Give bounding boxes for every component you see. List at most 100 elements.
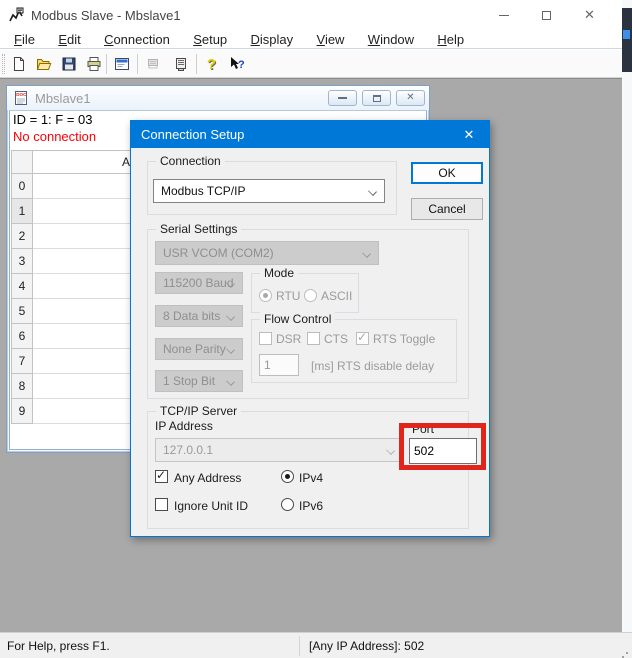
dsr-label: DSR <box>276 332 301 346</box>
grid-corner-cell[interactable] <box>11 150 33 174</box>
connection-status-text: No connection <box>13 129 96 144</box>
chevron-down-icon <box>226 312 235 321</box>
chevron-down-icon <box>368 187 377 196</box>
disconnect-button <box>141 53 164 75</box>
connect-button[interactable] <box>169 53 192 75</box>
row-header[interactable]: 7 <box>11 349 33 374</box>
help-button[interactable]: ? <box>200 53 223 75</box>
ignore-unit-id-label: Ignore Unit ID <box>174 499 248 513</box>
row-header[interactable]: 9 <box>11 399 33 424</box>
port-input[interactable] <box>409 438 477 464</box>
dialog-close-button[interactable]: ✕ <box>449 121 489 148</box>
print-button[interactable] <box>82 53 105 75</box>
device-icon <box>173 56 189 72</box>
minimize-icon <box>338 97 347 99</box>
rts-toggle-label: RTS Toggle <box>373 332 435 346</box>
menu-window[interactable]: Window <box>358 30 424 49</box>
open-folder-icon <box>36 56 52 72</box>
menu-connection[interactable]: Connection <box>94 30 180 49</box>
toolbar-grip <box>2 54 5 74</box>
menu-help[interactable]: Help <box>427 30 474 49</box>
child-close-button[interactable]: ✕ <box>396 90 425 106</box>
menu-file[interactable]: File <box>4 30 45 49</box>
svg-text:DOC: DOC <box>16 92 27 97</box>
connection-setup-dialog: Connection Setup ✕ Connection Modbus TCP… <box>130 120 490 537</box>
ip-address-combobox: 127.0.0.1 <box>155 438 403 462</box>
any-address-checkbox[interactable] <box>155 470 168 483</box>
stop-bits-value: 1 Stop Bit <box>163 374 215 388</box>
connection-type-value: Modbus TCP/IP <box>161 184 245 198</box>
row-header[interactable]: 6 <box>11 324 33 349</box>
ipv6-radio[interactable] <box>281 498 294 511</box>
row-header[interactable]: 8 <box>11 374 33 399</box>
connection-type-combobox[interactable]: Modbus TCP/IP <box>153 179 385 203</box>
parity-value: None Parity <box>163 342 226 356</box>
ok-button[interactable]: OK <box>411 162 483 184</box>
help-icon: ? <box>207 56 216 73</box>
toolbar-separator <box>196 54 197 74</box>
menu-view[interactable]: View <box>307 30 355 49</box>
printer-icon <box>86 56 102 72</box>
resize-grip[interactable] <box>626 652 628 654</box>
chevron-down-icon <box>226 377 235 386</box>
dialog-titlebar[interactable]: Connection Setup ✕ <box>131 121 489 148</box>
window-title: Modbus Slave - Mbslave1 <box>31 8 181 23</box>
baud-rate-combobox: 115200 Baud <box>155 272 243 294</box>
main-titlebar: Modbus Slave - Mbslave1 ✕ <box>0 0 632 30</box>
mode-group-label: Mode <box>260 266 298 280</box>
rtu-label: RTU <box>276 289 300 303</box>
rts-delay-input <box>259 354 299 376</box>
serial-settings-label: Serial Settings <box>156 222 241 236</box>
rtu-radio <box>259 289 272 302</box>
save-button[interactable] <box>57 53 80 75</box>
data-bits-value: 8 Data bits <box>163 309 220 323</box>
minimize-button[interactable] <box>482 0 525 30</box>
toolbar-separator <box>106 54 107 74</box>
row-header[interactable]: 2 <box>11 224 33 249</box>
minimize-icon <box>499 15 509 16</box>
child-minimize-button[interactable] <box>328 90 357 106</box>
display-setup-button[interactable] <box>110 53 133 75</box>
background-app-icon <box>623 30 630 39</box>
open-file-button[interactable] <box>32 53 55 75</box>
chevron-down-icon <box>386 446 395 455</box>
status-help-text: For Help, press F1. <box>7 639 110 653</box>
menu-display[interactable]: Display <box>241 30 304 49</box>
chevron-down-icon <box>226 345 235 354</box>
tcp-server-label: TCP/IP Server <box>156 404 241 418</box>
row-header[interactable]: 1 <box>11 199 33 224</box>
child-restore-button[interactable] <box>362 90 391 106</box>
any-address-label: Any Address <box>174 471 241 485</box>
status-bar: For Help, press F1. [Any IP Address]: 50… <box>0 632 632 658</box>
ignore-unit-id-checkbox[interactable] <box>155 498 168 511</box>
status-connection-text: [Any IP Address]: 502 <box>309 639 424 653</box>
ipv4-radio[interactable] <box>281 470 294 483</box>
maximize-icon <box>542 11 551 20</box>
cancel-button[interactable]: Cancel <box>411 198 483 220</box>
slave-id-function-text: ID = 1: F = 03 <box>13 112 93 127</box>
child-titlebar[interactable]: DOC Mbslave1 ✕ <box>7 86 429 110</box>
row-header[interactable]: 0 <box>11 174 33 199</box>
menu-edit[interactable]: Edit <box>48 30 90 49</box>
ipv6-label: IPv6 <box>299 499 323 513</box>
row-header[interactable]: 3 <box>11 249 33 274</box>
close-icon: ✕ <box>584 7 595 22</box>
menu-setup[interactable]: Setup <box>183 30 237 49</box>
stop-bits-combobox: 1 Stop Bit <box>155 370 243 392</box>
maximize-button[interactable] <box>525 0 568 30</box>
new-file-button[interactable] <box>7 53 30 75</box>
child-window-title: Mbslave1 <box>35 91 91 106</box>
close-button[interactable]: ✕ <box>568 0 611 30</box>
chevron-down-icon <box>362 249 371 258</box>
dialog-title: Connection Setup <box>141 127 244 142</box>
cts-label: CTS <box>324 332 348 346</box>
context-help-icon: ? <box>228 56 246 72</box>
serial-port-value: USR VCOM (COM2) <box>163 246 274 260</box>
row-header[interactable]: 4 <box>11 274 33 299</box>
context-help-button[interactable]: ? <box>225 53 248 75</box>
serial-port-combobox: USR VCOM (COM2) <box>155 241 379 265</box>
baud-rate-value: 115200 Baud <box>163 276 234 290</box>
row-header[interactable]: 5 <box>11 299 33 324</box>
ascii-label: ASCII <box>321 289 352 303</box>
parity-combobox: None Parity <box>155 338 243 360</box>
